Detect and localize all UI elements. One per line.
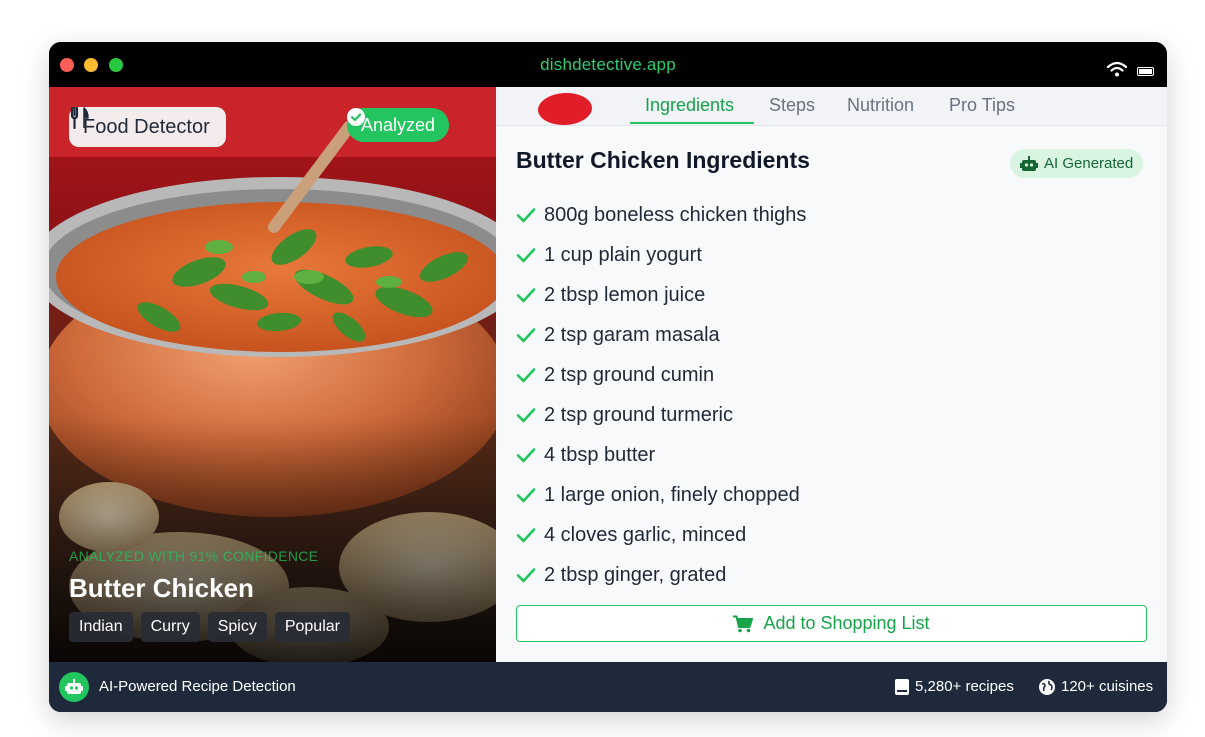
ingredient-text: 800g boneless chicken thighs (544, 203, 807, 226)
ingredient-text: 2 tsp ground turmeric (544, 403, 733, 426)
ingredient-item: 4 tbsp butter (516, 435, 806, 475)
check-icon (516, 208, 536, 223)
footer-tagline: AI-Powered Recipe Detection (99, 678, 296, 695)
address-bar-url: dishdetective.app (540, 55, 676, 74)
dish-tags: Indian Curry Spicy Popular (69, 612, 350, 642)
ai-generated-chip: AI Generated (1010, 149, 1144, 178)
tag-popular[interactable]: Popular (274, 612, 350, 642)
title-bar: dishdetective.app (49, 42, 1167, 87)
wifi-icon (1106, 61, 1128, 77)
recipe-panel: Ingredients Steps Nutrition Pro Tips But… (496, 87, 1167, 662)
check-circle-icon (347, 108, 365, 126)
recipes-count-label: 5,280+ recipes (915, 678, 1014, 695)
robot-icon (59, 672, 89, 702)
redaction-mark (537, 91, 593, 127)
cuisines-count-label: 120+ cuisines (1061, 678, 1154, 695)
ingredient-item: 2 tsp garam masala (516, 315, 806, 355)
tag-curry[interactable]: Curry (140, 612, 200, 642)
check-icon (516, 288, 536, 303)
check-icon (516, 368, 536, 383)
dish-name: Butter Chicken (69, 573, 254, 603)
check-icon (516, 448, 536, 463)
food-photo-panel: Food Detector Analyzed ANALYZED WITH 91%… (49, 87, 496, 662)
cuisines-count: 120+ cuisines (1039, 678, 1153, 695)
food-detector-label: Food Detector (83, 115, 210, 138)
ingredient-item: 2 tsp ground cumin (516, 355, 806, 395)
globe-icon (1039, 678, 1055, 695)
tab-pro-tips[interactable]: Pro Tips (949, 95, 1015, 116)
tag-indian[interactable]: Indian (69, 612, 133, 642)
ingredient-list: 800g boneless chicken thighs 1 cup plain … (516, 195, 806, 595)
tab-nutrition[interactable]: Nutrition (847, 95, 914, 116)
ingredient-item: 2 tsp ground turmeric (516, 395, 806, 435)
ingredient-item: 800g boneless chicken thighs (516, 195, 806, 235)
active-tab-indicator (630, 122, 754, 124)
check-icon (516, 488, 536, 503)
footer-bar: AI-Powered Recipe Detection 5,280+ recip… (49, 662, 1167, 712)
check-icon (516, 408, 536, 423)
ingredient-text: 1 cup plain yogurt (544, 243, 702, 266)
analyzed-status-badge: Analyzed (347, 108, 450, 142)
tab-steps[interactable]: Steps (769, 95, 815, 116)
ingredient-item: 2 tbsp lemon juice (516, 275, 806, 315)
tag-spicy[interactable]: Spicy (207, 612, 267, 642)
add-to-shopping-list-button[interactable]: Add to Shopping List (516, 605, 1147, 642)
battery-icon (1137, 67, 1154, 76)
check-icon (516, 328, 536, 343)
ingredient-item: 2 tbsp ginger, grated (516, 555, 806, 595)
robot-icon (1020, 155, 1038, 171)
recipes-count: 5,280+ recipes (895, 678, 1014, 695)
ingredient-text: 2 tsp ground cumin (544, 363, 715, 386)
check-icon (516, 248, 536, 263)
app-window: dishdetective.app Food Detector Analyzed… (49, 42, 1167, 712)
ingredient-item: 1 large onion, finely chopped (516, 475, 806, 515)
ingredient-item: 1 cup plain yogurt (516, 235, 806, 275)
confidence-label: ANALYZED WITH 91% CONFIDENCE (69, 548, 319, 564)
food-detector-badge: Food Detector (69, 107, 226, 147)
shopping-button-label: Add to Shopping List (763, 613, 930, 633)
analyzed-label: Analyzed (361, 114, 436, 135)
ingredient-text: 2 tsp garam masala (544, 323, 720, 346)
section-title: Butter Chicken Ingredients (516, 147, 810, 173)
check-icon (516, 528, 536, 543)
book-icon (895, 678, 909, 695)
utensils-icon (70, 107, 89, 129)
ingredient-text: 4 cloves garlic, minced (544, 523, 747, 546)
tab-bar: Ingredients Steps Nutrition Pro Tips (496, 87, 1167, 127)
check-icon (516, 568, 536, 583)
ingredient-item: 4 cloves garlic, minced (516, 515, 806, 555)
ingredient-text: 4 tbsp butter (544, 443, 656, 466)
ingredient-text: 2 tbsp ginger, grated (544, 563, 727, 586)
cart-icon (733, 615, 754, 632)
ingredient-text: 1 large onion, finely chopped (544, 483, 800, 506)
ai-generated-label: AI Generated (1044, 155, 1134, 172)
ingredient-text: 2 tbsp lemon juice (544, 283, 706, 306)
tab-ingredients[interactable]: Ingredients (645, 95, 734, 116)
